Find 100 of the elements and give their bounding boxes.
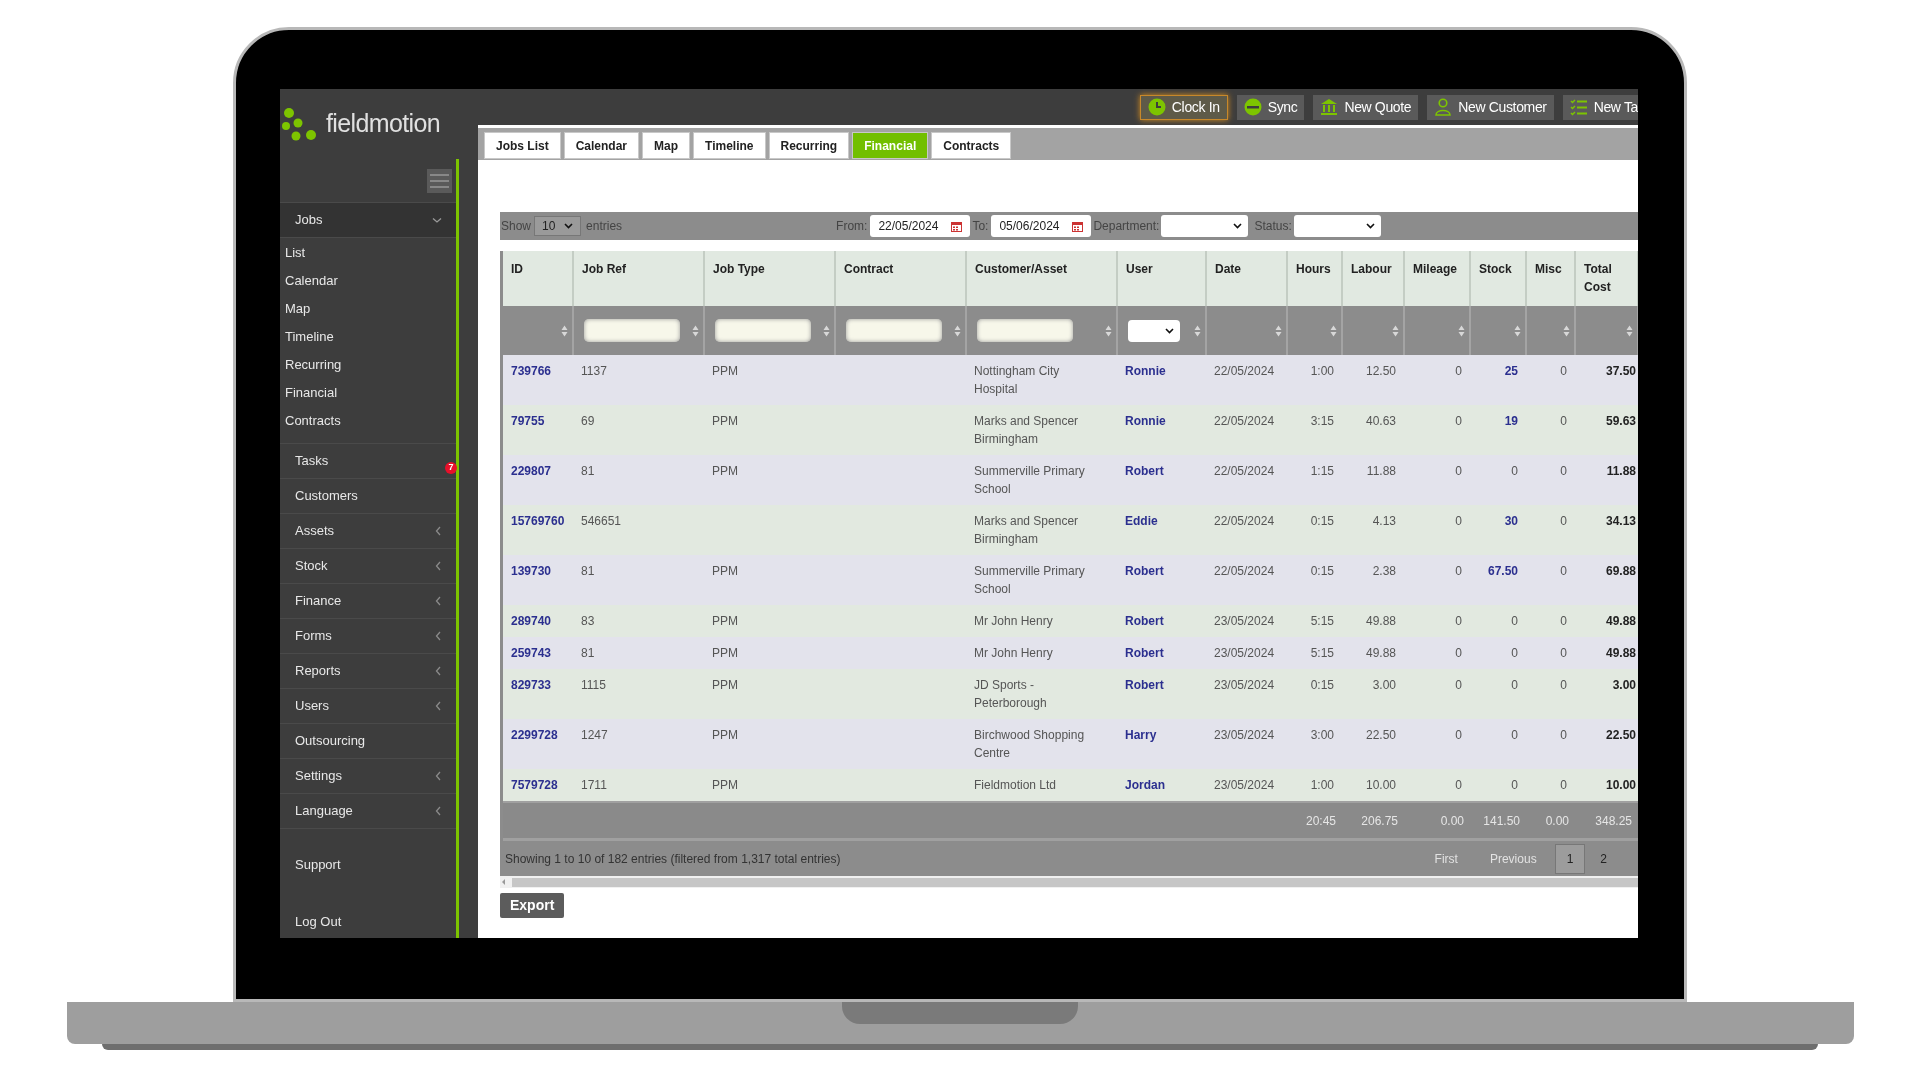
sidebar-item[interactable]: Settings [280,759,456,794]
stock-link[interactable]: 67.50 [1487,564,1518,578]
table-cell: PPM [712,414,738,428]
sort-icon[interactable] [823,324,830,337]
toolbar-button[interactable]: New Customer [1427,94,1554,120]
toolbar-button[interactable]: Sync [1236,94,1305,120]
sort-icon[interactable] [561,324,568,337]
submenu-item[interactable]: Calendar [280,267,456,295]
job-id-link[interactable]: 15769760 [511,514,565,528]
table-cell: Birchwood Shopping Centre [974,728,1085,760]
job-id-link[interactable]: 829733 [511,678,552,692]
sidebar-item[interactable]: Forms [280,619,456,654]
table-cell: 1137 [581,364,607,378]
user-link[interactable]: Robert [1125,614,1164,628]
sort-icon[interactable] [1514,324,1521,337]
calendar-icon[interactable] [951,220,963,232]
sort-icon[interactable] [1626,324,1633,337]
submenu-item[interactable]: Map [280,295,456,323]
submenu-item[interactable]: List [280,239,456,267]
sidebar-item[interactable]: Jobs [280,203,456,238]
sidebar-item[interactable]: Outsourcing [280,724,456,759]
horizontal-scrollbar[interactable] [500,876,1638,888]
from-label: From: [836,218,868,235]
tab[interactable]: Calendar [563,132,640,159]
table-cell: 40.63 [1365,414,1396,428]
submenu-item[interactable]: Financial [280,379,456,407]
export-button[interactable]: Export [500,893,565,918]
sidebar-link[interactable]: Log Out [280,908,456,935]
table-cell: 0 [1455,778,1462,792]
sort-icon[interactable] [1458,324,1465,337]
pagination-button[interactable]: 2 [1589,843,1618,874]
tab[interactable]: Timeline [693,132,766,159]
job-id-link[interactable]: 79755 [511,414,545,428]
submenu-item[interactable]: Timeline [280,323,456,351]
table-cell: 59.63 [1605,414,1636,428]
sidebar-item[interactable]: Assets [280,514,456,549]
tab[interactable]: Map [642,132,691,159]
date-field[interactable]: 22/05/2024 [870,215,971,237]
tab[interactable]: Jobs List [484,132,561,159]
sidebar-item[interactable]: Customers [280,479,456,514]
filter-select[interactable] [1128,319,1180,342]
user-link[interactable]: Robert [1125,564,1164,578]
sidebar-link[interactable]: Support [280,851,456,878]
date-field[interactable]: 05/06/2024 [991,215,1092,237]
sidebar-item[interactable]: Tasks 7 [280,444,456,479]
sidebar-item[interactable]: Language [280,794,456,829]
table-cell: 81 [581,564,595,578]
user-link[interactable]: Ronnie [1125,364,1166,378]
toolbar-button[interactable]: New Ta [1562,94,1638,120]
chevron-left-icon [435,596,442,606]
department-select[interactable] [1161,215,1249,237]
sort-icon[interactable] [692,324,699,337]
menu-icon[interactable] [427,168,452,193]
job-id-link[interactable]: 7579728 [511,778,558,792]
user-link[interactable]: Robert [1125,464,1164,478]
table-cell: Summerville Primary School [974,464,1085,496]
job-id-link[interactable]: 739766 [511,364,552,378]
stock-link[interactable]: 25 [1504,364,1518,378]
page-size-select[interactable]: 10 [534,216,582,236]
sort-icon[interactable] [1563,324,1570,337]
table-cell: 3:15 [1310,414,1334,428]
job-id-link[interactable]: 259743 [511,646,552,660]
submenu-item[interactable]: Contracts [280,407,456,435]
user-link[interactable]: Robert [1125,646,1164,660]
user-link[interactable]: Robert [1125,678,1164,692]
sidebar-item[interactable]: Users [280,689,456,724]
table-cell: 12.50 [1365,364,1396,378]
sort-icon[interactable] [1105,324,1112,337]
table-cell: 0:15 [1310,514,1334,528]
stock-link[interactable]: 30 [1504,514,1518,528]
sort-icon[interactable] [1275,324,1282,337]
user-link[interactable]: Jordan [1125,778,1165,792]
sort-icon[interactable] [1392,324,1399,337]
filter-field[interactable] [584,319,680,342]
filter-field[interactable] [977,319,1073,342]
user-link[interactable]: Ronnie [1125,414,1166,428]
job-id-link[interactable]: 139730 [511,564,552,578]
tab[interactable]: Contracts [931,132,1012,159]
job-id-link[interactable]: 289740 [511,614,552,628]
sort-icon[interactable] [1330,324,1337,337]
calendar-icon[interactable] [1072,220,1084,232]
job-id-link[interactable]: 2299728 [511,728,558,742]
filter-field[interactable] [715,319,811,342]
sidebar-item[interactable]: Finance [280,584,456,619]
scroll-left-icon[interactable] [500,878,508,886]
user-link[interactable]: Harry [1125,728,1157,742]
pagination-button[interactable]: 1 [1554,843,1586,874]
toolbar-button[interactable]: Clock In [1139,94,1228,120]
job-id-link[interactable]: 229807 [511,464,552,478]
stock-link[interactable]: 19 [1504,414,1518,428]
sidebar-item[interactable]: Reports [280,654,456,689]
tab[interactable]: Recurring [768,132,850,159]
submenu-item[interactable]: Recurring [280,351,456,379]
status-select[interactable] [1293,215,1381,237]
filter-field[interactable] [846,319,942,342]
sort-icon[interactable] [1194,324,1201,337]
toolbar-button[interactable]: New Quote [1313,94,1419,120]
sort-icon[interactable] [954,324,961,337]
user-link[interactable]: Eddie [1125,514,1158,528]
sidebar-item[interactable]: Stock [280,549,456,584]
